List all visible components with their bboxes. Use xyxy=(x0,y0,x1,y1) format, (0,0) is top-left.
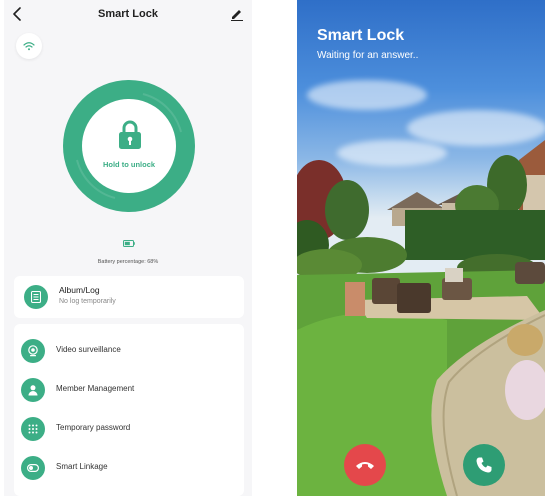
hang-up-phone-icon xyxy=(356,462,374,469)
menu-item-member-management[interactable]: Member Management xyxy=(14,371,244,409)
menu-item-label: Member Management xyxy=(56,384,135,393)
menu-item-temporary-password[interactable]: Temporary password xyxy=(14,410,244,448)
toggle-icon xyxy=(27,464,39,472)
album-log-title: Album/Log xyxy=(59,285,100,295)
camera-icon xyxy=(28,345,38,357)
call-status-text: Waiting for an answer.. xyxy=(317,50,419,61)
menu-item-video-surveillance[interactable]: Video surveillance xyxy=(14,332,244,370)
answer-call-button[interactable] xyxy=(463,444,505,486)
call-title: Smart Lock xyxy=(317,27,405,44)
padlock-icon xyxy=(119,120,141,149)
edit-pencil-icon[interactable] xyxy=(230,7,244,21)
wifi-icon xyxy=(23,42,35,51)
menu-item-label: Smart Linkage xyxy=(56,462,108,471)
phone-icon xyxy=(476,457,492,473)
smart-lock-screen: Smart Lock Hold to unlock Battery percen… xyxy=(4,0,252,496)
battery-icon xyxy=(123,240,135,247)
video-surveillance-icon-badge xyxy=(21,339,45,363)
smart-linkage-icon-badge xyxy=(21,456,45,480)
temporary-password-icon-badge xyxy=(21,417,45,441)
hold-to-unlock-label: Hold to unlock xyxy=(102,160,156,169)
top-bar: Smart Lock xyxy=(4,0,252,30)
wifi-status-button[interactable] xyxy=(16,33,42,59)
keypad-icon xyxy=(28,424,38,434)
page-title: Smart Lock xyxy=(98,8,158,20)
member-management-icon-badge xyxy=(21,378,45,402)
doorbell-call-screen: Smart Lock Waiting for an answer.. xyxy=(297,0,545,496)
document-icon xyxy=(31,291,41,303)
album-log-subtitle: No log temporarily xyxy=(59,298,116,305)
hang-up-button[interactable] xyxy=(344,444,386,486)
album-log-card[interactable]: Album/Log No log temporarily xyxy=(14,276,244,318)
backyard-camera-feed xyxy=(297,140,545,496)
battery-percentage-text: Battery percentage: 68% xyxy=(97,259,159,265)
menu-item-label: Video surveillance xyxy=(56,345,121,354)
menu-item-smart-linkage[interactable]: Smart Linkage xyxy=(14,449,244,487)
feature-menu-card: Video surveillance Member Management Tem… xyxy=(14,324,244,496)
album-log-icon-badge xyxy=(24,285,48,309)
menu-item-label: Temporary password xyxy=(56,423,131,432)
hold-to-unlock-button[interactable]: Hold to unlock xyxy=(82,99,176,193)
person-icon xyxy=(28,385,38,396)
